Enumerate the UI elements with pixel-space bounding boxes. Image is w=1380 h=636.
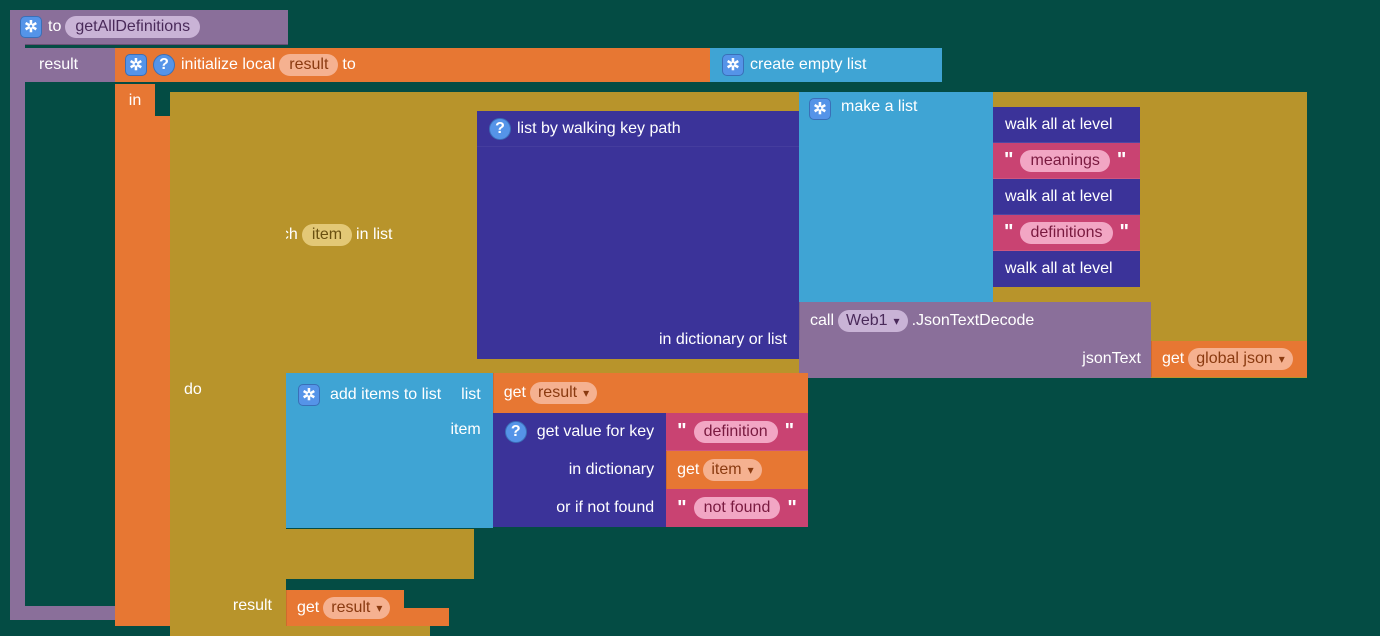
- makelist-label: make a list: [841, 98, 917, 296]
- get-label: get: [677, 461, 699, 479]
- init-label: initialize local: [181, 56, 275, 74]
- list-socket-label: list: [441, 386, 481, 404]
- text-string-block[interactable]: "definitions": [993, 215, 1140, 251]
- procedure-header[interactable]: ✲ to getAllDefinitions: [10, 10, 288, 45]
- indict-label: in dictionary: [569, 461, 654, 479]
- orange-spine: [115, 116, 170, 608]
- item-socket-label: item: [430, 421, 480, 439]
- get-result-block[interactable]: get result: [286, 590, 404, 626]
- walk-all-item[interactable]: walk all at level: [993, 179, 1140, 215]
- olive-inner-footer: [279, 529, 474, 579]
- additems-label: add items to list: [330, 386, 441, 404]
- notfound-label: or if not found: [556, 499, 654, 517]
- initialize-local-block[interactable]: ✲ ? initialize local result to ✲ create …: [115, 48, 1380, 82]
- make-list-block[interactable]: ✲ make a list: [799, 92, 993, 302]
- help-icon[interactable]: ?: [489, 118, 511, 140]
- olive-footer: [170, 626, 430, 636]
- inlist-label: in list: [356, 226, 392, 244]
- get-result-block[interactable]: get result: [493, 373, 808, 413]
- get-var-dropdown[interactable]: result: [530, 382, 597, 404]
- init-to: to: [342, 56, 355, 74]
- get-item-block[interactable]: get item: [666, 451, 808, 489]
- walk-key-path-block[interactable]: ? list by walking key path in dictionary…: [477, 92, 1307, 378]
- get-label: get: [297, 599, 319, 617]
- to-label: to: [48, 18, 61, 36]
- get-var-dropdown[interactable]: item: [703, 459, 761, 481]
- walk-all-item[interactable]: walk all at level: [993, 107, 1140, 143]
- walk-all-item[interactable]: walk all at level: [993, 251, 1140, 287]
- walk-label: list by walking key path: [517, 120, 681, 138]
- foreach-item[interactable]: item: [302, 224, 352, 246]
- gear-icon[interactable]: ✲: [722, 54, 744, 76]
- init-var[interactable]: result: [279, 54, 338, 76]
- procedure-spine: [10, 40, 25, 610]
- in-label: in: [115, 84, 155, 116]
- param-label: jsonText: [799, 340, 1151, 378]
- component-dropdown[interactable]: Web1: [838, 310, 908, 332]
- foreach-result-label: result: [170, 590, 286, 626]
- get-label: get: [1162, 350, 1184, 368]
- get-block[interactable]: get global json: [1151, 341, 1307, 377]
- gear-icon[interactable]: ✲: [20, 16, 42, 38]
- get-value-for-key-block[interactable]: ? get value for key in dictionary or if …: [493, 413, 666, 527]
- gear-icon[interactable]: ✲: [125, 54, 147, 76]
- get-label: get: [504, 384, 526, 402]
- foreach-block[interactable]: do for each item in list ? list by walki…: [170, 92, 1307, 378]
- get-var-dropdown[interactable]: result: [323, 597, 390, 619]
- call-block[interactable]: call Web1 .JsonTextDecode: [799, 302, 1151, 340]
- call-label: call: [810, 312, 834, 330]
- help-icon[interactable]: ?: [505, 421, 527, 443]
- procedure-result-label: result: [25, 48, 115, 82]
- method-label: .JsonTextDecode: [912, 312, 1035, 330]
- text-string-block[interactable]: "not found": [666, 489, 808, 527]
- inner-do-label: do: [170, 373, 286, 533]
- add-items-block[interactable]: ✲ add items to list list item: [286, 373, 493, 528]
- create-empty-list-block[interactable]: ✲ create empty list: [710, 48, 942, 82]
- empty-list-label: create empty list: [750, 56, 866, 74]
- gear-icon[interactable]: ✲: [298, 384, 320, 406]
- text-string-block[interactable]: "meanings": [993, 143, 1140, 179]
- procedure-name[interactable]: getAllDefinitions: [65, 16, 200, 38]
- get-var-dropdown[interactable]: global json: [1188, 348, 1293, 370]
- getvalue-label: get value for key: [537, 423, 654, 441]
- gear-icon[interactable]: ✲: [809, 98, 831, 120]
- in-dict-label: in dictionary or list: [477, 321, 799, 359]
- text-string-block[interactable]: "definition": [666, 413, 808, 451]
- help-icon[interactable]: ?: [153, 54, 175, 76]
